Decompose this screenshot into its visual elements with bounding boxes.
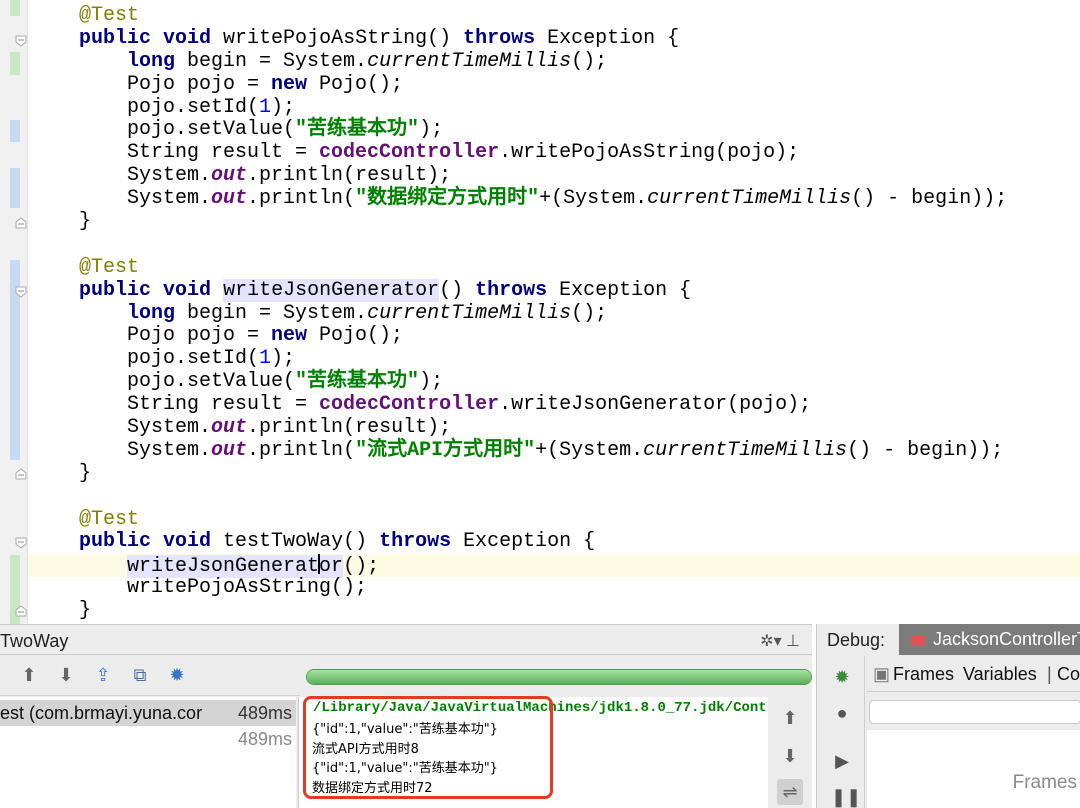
comment-icon[interactable]: ● bbox=[831, 702, 853, 724]
fold-close-icon[interactable] bbox=[14, 467, 28, 481]
code-line[interactable]: System.out.println("流式API方式用时"+(System.c… bbox=[79, 439, 1007, 463]
test-name: est (com.brmayi.yuna.cor bbox=[0, 703, 203, 723]
frames-list: Frames bbox=[867, 730, 1080, 808]
code-line[interactable]: @Test bbox=[79, 4, 1007, 28]
code-line[interactable]: System.out.println(result); bbox=[79, 164, 1007, 188]
code-line[interactable]: pojo.setValue("苦练基本功"); bbox=[79, 119, 1007, 142]
debug-tool-window: Debug: JacksonControllerT ✹ ● ▶ ❚❚ ▣ Fra… bbox=[816, 624, 1080, 808]
code-line[interactable]: pojo.setId(1); bbox=[79, 347, 1007, 371]
bug-icon[interactable]: ✹ bbox=[831, 666, 853, 688]
gear-icon[interactable]: ✲▾ ⊥ bbox=[760, 631, 800, 651]
code-line[interactable]: System.out.println("数据绑定方式用时"+(System.cu… bbox=[79, 187, 1007, 211]
run-config-icon bbox=[911, 635, 925, 645]
fold-open-icon[interactable] bbox=[14, 34, 28, 48]
debug-config-name: JacksonControllerT bbox=[933, 629, 1080, 649]
change-marker bbox=[10, 168, 20, 208]
run-header: TwoWay ✲▾ ⊥ bbox=[0, 625, 812, 655]
code-line[interactable]: @Test bbox=[79, 256, 1007, 280]
test-time: 489ms bbox=[237, 703, 292, 723]
code-line[interactable]: } bbox=[79, 210, 1007, 234]
code-line[interactable]: writeJsonGenerator(); bbox=[79, 554, 1007, 579]
code-line[interactable]: pojo.setValue("苦练基本功"); bbox=[79, 370, 1007, 394]
test-progress-fill bbox=[307, 670, 811, 684]
tab-frames[interactable]: Frames bbox=[893, 656, 954, 692]
fold-open-icon[interactable] bbox=[14, 536, 28, 550]
code-line[interactable]: writePojoAsString(); bbox=[79, 576, 1007, 600]
down-arrow-icon[interactable]: ⬇ bbox=[55, 664, 77, 686]
fold-close-icon[interactable] bbox=[14, 216, 28, 230]
test-row[interactable]: est (com.brmayi.yuna.cor 489ms bbox=[0, 700, 296, 726]
test-tree[interactable]: est (com.brmayi.yuna.cor 489ms 489ms bbox=[0, 697, 296, 808]
code-line[interactable]: } bbox=[79, 599, 1007, 623]
debug-side-toolbar: ✹ ● ▶ ❚❚ bbox=[817, 656, 865, 808]
test-progress-bar bbox=[306, 669, 812, 685]
tab-console[interactable]: Co bbox=[1057, 656, 1080, 692]
tab-variables[interactable]: Variables bbox=[963, 656, 1037, 692]
test-time: 489ms bbox=[237, 729, 292, 749]
code-line[interactable]: public void writePojoAsString() throws E… bbox=[79, 27, 1007, 51]
code-line[interactable]: pojo.setId(1); bbox=[79, 96, 1007, 120]
editor-gutter bbox=[0, 0, 28, 624]
change-marker bbox=[10, 120, 20, 142]
code-line[interactable]: long begin = System.currentTimeMillis(); bbox=[79, 50, 1007, 74]
scroll-up-icon[interactable]: ⬆ bbox=[777, 705, 803, 731]
code-line[interactable]: long begin = System.currentTimeMillis(); bbox=[79, 302, 1007, 326]
history-icon[interactable]: ⧉ bbox=[129, 664, 151, 686]
code-line[interactable]: String result = codecController.writeJso… bbox=[79, 393, 1007, 417]
frames-icon: ▣ bbox=[873, 664, 891, 684]
fold-close-icon[interactable] bbox=[14, 604, 28, 618]
code-line[interactable] bbox=[79, 486, 1007, 509]
code-line[interactable]: public void testTwoWay() throws Exceptio… bbox=[79, 531, 1007, 554]
code-line[interactable]: String result = codecController.writePoj… bbox=[79, 141, 1007, 165]
settings-icon[interactable]: ✹ bbox=[166, 664, 188, 686]
code-line[interactable]: public void writeJsonGenerator() throws … bbox=[79, 278, 1007, 303]
code-editor[interactable]: @Test public void writePojoAsString() thr… bbox=[0, 0, 1080, 624]
frames-empty-text: Frames bbox=[1012, 772, 1077, 793]
code-line[interactable] bbox=[79, 234, 1007, 257]
code-area[interactable]: @Test public void writePojoAsString() thr… bbox=[79, 4, 1007, 623]
export-icon[interactable]: ⇪ bbox=[92, 664, 114, 686]
scroll-down-icon[interactable]: ⬇ bbox=[777, 743, 803, 769]
up-arrow-icon[interactable]: ⬆ bbox=[18, 664, 40, 686]
run-toolbar: ⬆ ⬇ ⇪ ⧉ ✹ bbox=[0, 656, 300, 696]
tab-separator: | bbox=[1047, 664, 1052, 684]
code-line[interactable]: Pojo pojo = new Pojo(); bbox=[79, 325, 1007, 348]
code-line[interactable]: System.out.println(result); bbox=[79, 416, 1007, 440]
test-row[interactable]: 489ms bbox=[0, 726, 296, 752]
highlight-box bbox=[303, 696, 553, 799]
console-side-toolbar: ⬆ ⬇ ⇌ bbox=[768, 697, 812, 808]
change-marker bbox=[10, 0, 20, 16]
wrap-icon[interactable]: ⇌ bbox=[777, 779, 803, 805]
resume-icon[interactable]: ▶ bbox=[831, 750, 853, 772]
code-line[interactable]: @Test bbox=[79, 508, 1007, 532]
thread-selector[interactable] bbox=[869, 700, 1080, 724]
change-marker bbox=[10, 52, 20, 75]
debug-config-tab[interactable]: JacksonControllerT bbox=[899, 624, 1080, 655]
pause-icon[interactable]: ❚❚ bbox=[831, 786, 861, 808]
fold-open-icon[interactable] bbox=[14, 285, 28, 299]
code-line[interactable]: Pojo pojo = new Pojo(); bbox=[79, 73, 1007, 97]
code-line[interactable]: } bbox=[79, 462, 1007, 486]
debug-tabs: ▣ Frames Variables | Co bbox=[867, 656, 1080, 692]
debug-label: Debug: bbox=[827, 630, 886, 650]
run-config-title: TwoWay bbox=[0, 631, 69, 651]
